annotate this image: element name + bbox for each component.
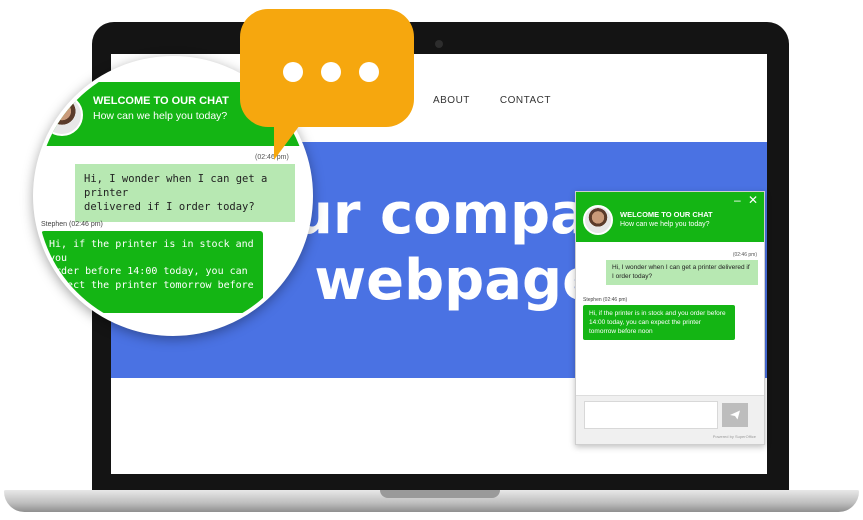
magnified-agent-message-meta: Stephen (02:46 pm) [41, 221, 103, 228]
magnified-chat-subtitle: How can we help you today? [93, 110, 228, 122]
magnified-agent-message: Hi, if the printer is in stock and you o… [41, 231, 263, 313]
magnified-agent-avatar [41, 94, 83, 136]
chat-widget: WELCOME TO OUR CHAT How can we help you … [575, 191, 765, 445]
typing-dots-icon [283, 62, 379, 82]
camera-icon [435, 40, 443, 48]
hero-line-2: webpage [314, 248, 601, 313]
agent-message: Hi, if the printer is in stock and you o… [583, 305, 735, 340]
nav-contact[interactable]: CONTACT [500, 95, 551, 106]
laptop-notch [380, 490, 500, 498]
typing-dot [359, 62, 379, 82]
chat-title: WELCOME TO OUR CHAT [620, 210, 713, 219]
hero-line-1: ur compar [293, 182, 616, 247]
minimize-button[interactable]: – [734, 193, 741, 207]
agent-avatar [583, 205, 613, 235]
user-message-time: (02:46 pm) [732, 252, 757, 258]
chat-subtitle: How can we help you today? [620, 221, 710, 228]
magnified-user-message: Hi, I wonder when I can get a printer de… [75, 164, 295, 222]
send-button[interactable] [722, 403, 748, 427]
user-message: Hi, I wonder when I can get a printer de… [606, 260, 758, 285]
send-icon [730, 410, 740, 420]
nav-about[interactable]: ABOUT [433, 95, 470, 106]
chat-footer: Powered by SuperOffice [576, 395, 764, 444]
typing-dot [321, 62, 341, 82]
chat-header: WELCOME TO OUR CHAT How can we help you … [576, 192, 764, 242]
hero-title: ur compar webpage [293, 182, 616, 314]
speech-bubble [240, 9, 414, 127]
agent-message-meta: Stephen (02:46 pm) [583, 297, 628, 303]
powered-by: Powered by SuperOffice [712, 434, 756, 439]
site-nav: ABOUT CONTACT [433, 95, 551, 106]
magnified-chat-title: WELCOME TO OUR CHAT [93, 95, 229, 107]
typing-dot [283, 62, 303, 82]
close-button[interactable]: ✕ [748, 193, 758, 207]
chat-message-input[interactable] [584, 401, 718, 429]
